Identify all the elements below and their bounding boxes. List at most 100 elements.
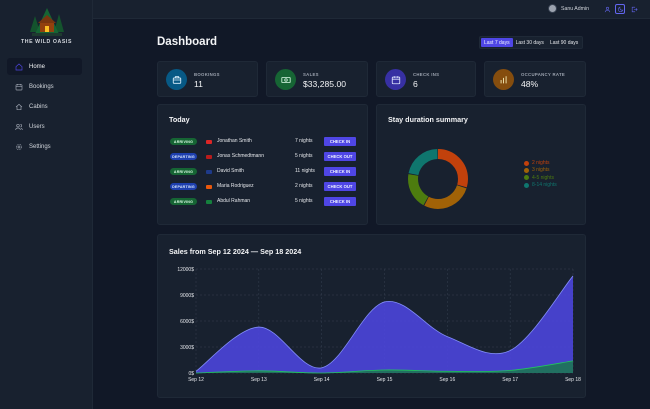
topbar: Sanu Admin [93, 0, 650, 19]
sidebar-item-label: Settings [29, 143, 51, 150]
stat-occupancy-rate: OCCUPANCY RATE 48% [484, 61, 586, 97]
x-tick-label: Sep 12 [188, 377, 204, 383]
legend-label: 3 nights [532, 167, 550, 174]
sidebar-item-label: Cabins [29, 103, 48, 110]
stat-label: OCCUPANCY RATE [521, 72, 566, 77]
avatar [548, 4, 557, 13]
y-tick-label: 9000$ [180, 293, 194, 299]
stat-label: SALES [303, 72, 319, 77]
stat-value: 11 [194, 79, 203, 89]
stat-label: CHECK INS [413, 72, 440, 77]
chart-bar-icon [493, 69, 514, 90]
country-flag [206, 170, 212, 174]
status-badge: ARRIVING [170, 198, 197, 205]
x-tick-label: Sep 16 [439, 377, 455, 383]
check-in-button[interactable]: CHECK IN [324, 137, 356, 146]
page-title: Dashboard [157, 36, 218, 48]
legend-item: 8-14 nights [524, 182, 557, 188]
country-flag [206, 140, 212, 144]
guest-name: Abdul Rahman [217, 198, 251, 204]
stay-nights: 11 nights [295, 168, 315, 174]
legend-item: 2 nights [524, 160, 557, 166]
main-nav: Home Bookings Cabins Users Settings [7, 58, 82, 158]
x-tick-label: Sep 17 [502, 377, 518, 383]
legend-dot [524, 160, 529, 166]
x-tick-label: Sep 13 [251, 377, 267, 383]
country-flag [206, 185, 212, 189]
sidebar-item-label: Home [29, 63, 46, 70]
sidebar-item-bookings[interactable]: Bookings [7, 78, 82, 95]
stay-nights: 7 nights [295, 138, 313, 144]
wild-oasis-logo [30, 8, 64, 36]
legend-dot [524, 167, 529, 173]
check-out-button[interactable]: CHECK OUT [324, 182, 356, 191]
y-tick-label: 3000$ [180, 345, 194, 351]
sales-panel: Sales from Sep 12 2024 — Sep 18 2024 120… [157, 234, 586, 398]
date-filter: Last 7 days Last 30 days Last 90 days [479, 36, 584, 49]
logo-text: THE WILD OASIS [20, 39, 73, 45]
stat-label: BOOKINGS [194, 72, 220, 77]
activity-row: ARRIVING David Smith 11 nights CHECK IN [170, 167, 356, 177]
today-panel: Today ARRIVING Jonathan Smith 7 nights CHEC… [157, 104, 368, 225]
sidebar-item-users[interactable]: Users [7, 118, 82, 135]
stat-bookings: BOOKINGS 11 [157, 61, 258, 97]
sidebar: THE WILD OASIS Home Bookings Cabins User… [0, 0, 93, 409]
x-tick-label: Sep 18 [565, 377, 581, 383]
calendar-icon [15, 83, 23, 91]
cabin-icon [15, 103, 23, 111]
legend-dot [524, 175, 529, 181]
stat-sales: SALES $33,285.00 [266, 61, 368, 97]
stay-nights: 5 nights [295, 153, 313, 159]
sidebar-item-home[interactable]: Home [7, 58, 82, 75]
y-tick-label: 6000$ [180, 319, 194, 325]
logout-icon[interactable] [629, 4, 639, 14]
legend-label: 4-5 nights [532, 174, 554, 181]
check-out-button[interactable]: CHECK OUT [324, 152, 356, 161]
check-in-button[interactable]: CHECK IN [324, 167, 356, 176]
dark-mode-icon[interactable] [615, 4, 625, 14]
legend-label: 8-14 nights [532, 182, 557, 189]
stat-check-ins: CHECK INS 6 [376, 61, 476, 97]
activity-row: ARRIVING Jonathan Smith 7 nights CHECK IN [170, 137, 356, 147]
x-tick-label: Sep 14 [314, 377, 330, 383]
status-badge: DEPARTING [170, 183, 197, 190]
status-badge: ARRIVING [170, 138, 197, 145]
legend-dot [524, 182, 529, 188]
guest-name: Maria Rodriguez [217, 183, 254, 189]
country-flag [206, 155, 212, 159]
filter-last-90-days[interactable]: Last 90 days [547, 38, 581, 47]
activity-row: ARRIVING Abdul Rahman 5 nights CHECK IN [170, 197, 356, 207]
activity-row: DEPARTING Maria Rodriguez 2 nights CHECK OU… [170, 182, 356, 192]
user-icon[interactable] [602, 4, 612, 14]
x-tick-label: Sep 15 [377, 377, 393, 383]
sales-area-chart: 12000$9000$6000$3000$0$Sep 12 Sep 13 Sep 1… [177, 267, 581, 383]
stat-value: $33,285.00 [303, 79, 347, 89]
stay-nights: 5 nights [295, 198, 313, 204]
legend-label: 2 nights [532, 160, 550, 166]
filter-last-7-days[interactable]: Last 7 days [481, 38, 513, 47]
donut-legend: 2 nights 3 nights 4-5 nights 8-14 nights [524, 160, 557, 190]
sidebar-item-settings[interactable]: Settings [7, 138, 82, 155]
activity-row: DEPARTING Jonas Schmedtmann 5 nights CHECK … [170, 152, 356, 162]
legend-item: 4-5 nights [524, 175, 557, 181]
guest-name: David Smith [217, 168, 244, 174]
today-title: Today [169, 115, 190, 124]
country-flag [206, 200, 212, 204]
filter-last-30-days[interactable]: Last 30 days [513, 38, 547, 47]
user-menu[interactable]: Sanu Admin [548, 4, 589, 13]
sidebar-item-label: Bookings [29, 83, 54, 90]
sidebar-item-cabins[interactable]: Cabins [7, 98, 82, 115]
stat-value: 6 [413, 79, 418, 89]
banknotes-icon [275, 69, 296, 90]
stay-nights: 2 nights [295, 183, 313, 189]
status-badge: ARRIVING [170, 168, 197, 175]
home-icon [15, 63, 23, 71]
user-name: Sanu Admin [561, 5, 589, 12]
stat-value: 48% [521, 79, 539, 89]
check-in-button[interactable]: CHECK IN [324, 197, 356, 206]
gear-icon [15, 143, 23, 151]
guest-name: Jonathan Smith [217, 138, 252, 144]
users-icon [15, 123, 23, 131]
legend-item: 3 nights [524, 167, 557, 173]
y-tick-label: 12000$ [177, 267, 194, 273]
